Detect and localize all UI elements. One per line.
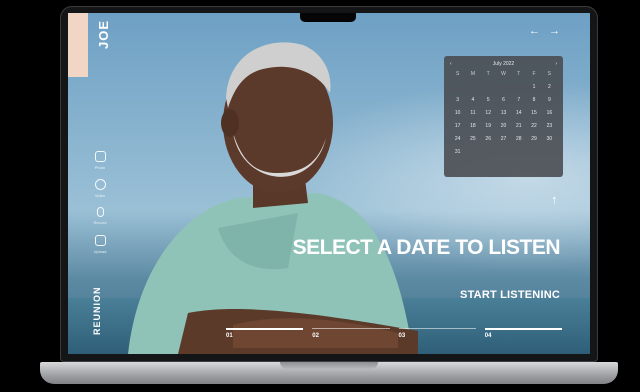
step-01[interactable]: 01 bbox=[226, 328, 304, 350]
calendar-day-empty bbox=[481, 84, 496, 91]
calendar-month: July 2022 bbox=[492, 61, 515, 67]
calendar-header: ‹ July 2022 › bbox=[450, 61, 557, 67]
brand-accent-block bbox=[68, 13, 88, 77]
calendar-day[interactable]: 9 bbox=[542, 97, 557, 104]
step-bar bbox=[312, 328, 390, 329]
calendar-weekday: W bbox=[501, 71, 506, 77]
calendar-day-empty bbox=[450, 84, 465, 91]
brand-name[interactable]: JOE bbox=[96, 20, 111, 49]
step-03[interactable]: 03 bbox=[398, 328, 476, 350]
calendar-day[interactable]: 21 bbox=[511, 123, 526, 130]
microphone-icon bbox=[96, 207, 104, 217]
calendar-day[interactable]: 10 bbox=[450, 110, 465, 117]
upload-icon bbox=[94, 235, 106, 246]
step-number: 01 bbox=[226, 333, 233, 339]
calendar-day[interactable]: 15 bbox=[526, 110, 541, 117]
sidebar-item-photo[interactable]: Photo bbox=[86, 151, 114, 179]
step-bar bbox=[484, 328, 562, 330]
calendar-day[interactable]: 4 bbox=[465, 97, 480, 104]
calendar-day-empty bbox=[465, 84, 480, 91]
calendar-day-empty bbox=[511, 149, 526, 156]
wordmark: REUNION bbox=[92, 286, 102, 335]
calendar-day-empty bbox=[511, 84, 526, 91]
arrow-left-icon[interactable]: ← bbox=[529, 25, 540, 37]
calendar-day-empty bbox=[481, 149, 496, 156]
calendar-day[interactable]: 7 bbox=[511, 97, 526, 104]
calendar-day-empty bbox=[542, 149, 557, 156]
video-icon bbox=[94, 179, 106, 190]
step-04[interactable]: 04 bbox=[484, 328, 562, 350]
calendar-day[interactable]: 17 bbox=[450, 123, 465, 130]
calendar-day[interactable]: 27 bbox=[496, 136, 511, 143]
calendar-day[interactable]: 29 bbox=[526, 136, 541, 143]
calendar-day[interactable]: 5 bbox=[481, 97, 496, 104]
arrow-up-icon[interactable]: ↑ bbox=[551, 192, 558, 207]
calendar-day[interactable]: 11 bbox=[465, 110, 480, 117]
calendar-day[interactable]: 23 bbox=[542, 123, 557, 130]
sidebar-item-label: Record bbox=[93, 220, 107, 225]
calendar-weekday: M bbox=[470, 71, 475, 77]
calendar-day[interactable]: 19 bbox=[481, 123, 496, 130]
calendar-day-empty bbox=[496, 149, 511, 156]
sidebar-nav: Photo Video Record Upload bbox=[86, 151, 114, 263]
step-number: 04 bbox=[484, 333, 492, 339]
photo-icon bbox=[94, 151, 106, 162]
calendar-day-empty bbox=[465, 149, 480, 156]
calendar-day[interactable]: 6 bbox=[496, 97, 511, 104]
calendar-weekday: S bbox=[455, 71, 460, 77]
sidebar-item-label: Upload bbox=[93, 249, 107, 254]
calendar-day[interactable]: 26 bbox=[481, 136, 496, 143]
sidebar-item-label: Photo bbox=[94, 165, 106, 170]
calendar-day[interactable]: 16 bbox=[542, 110, 557, 117]
calendar-day-empty bbox=[526, 149, 541, 156]
sidebar-item-record[interactable]: Record bbox=[86, 207, 114, 235]
calendar-day[interactable]: 18 bbox=[465, 123, 480, 130]
calendar-day[interactable]: 13 bbox=[496, 110, 511, 117]
calendar-weekday: T bbox=[486, 71, 490, 77]
calendar-weekday: S bbox=[547, 71, 552, 77]
calendar-day[interactable]: 14 bbox=[511, 110, 526, 117]
slide-nav: ← → bbox=[523, 25, 560, 37]
laptop-opening-notch bbox=[280, 362, 378, 369]
calendar-day-empty bbox=[496, 84, 511, 91]
calendar-weekday: T bbox=[517, 71, 521, 77]
calendar-grid: S M T W T F S 1 2 3 4 5 6 7 8 9 10 11 12 13 14 15 16 17 18 19 20 21… bbox=[450, 71, 557, 156]
camera-notch bbox=[300, 13, 356, 22]
calendar-day[interactable]: 28 bbox=[511, 136, 526, 143]
step-02[interactable]: 02 bbox=[312, 328, 390, 350]
calendar-day[interactable]: 20 bbox=[496, 123, 511, 130]
date-picker: ‹ July 2022 › S M T W T F S 1 2 3 4 5 6 7 8 9 10 11 12 13 14… bbox=[444, 56, 563, 177]
step-bar bbox=[226, 328, 304, 330]
step-number: 03 bbox=[398, 333, 406, 339]
calendar-weekday: F bbox=[532, 71, 536, 77]
calendar-day[interactable]: 8 bbox=[526, 97, 541, 104]
sidebar-item-label: Video bbox=[94, 193, 106, 198]
sidebar-item-video[interactable]: Video bbox=[86, 179, 114, 207]
sidebar-item-upload[interactable]: Upload bbox=[86, 235, 114, 263]
arrow-right-icon[interactable]: → bbox=[549, 25, 560, 37]
step-number: 02 bbox=[312, 333, 319, 339]
calendar-day[interactable]: 2 bbox=[542, 84, 557, 91]
chevron-right-icon[interactable]: › bbox=[555, 61, 557, 67]
calendar-day[interactable]: 24 bbox=[450, 136, 465, 143]
page-title: SELECT A DATE TO LISTEN bbox=[292, 236, 561, 259]
calendar-day[interactable]: 22 bbox=[526, 123, 541, 130]
calendar-day[interactable]: 1 bbox=[526, 84, 541, 91]
step-bar bbox=[398, 328, 476, 329]
calendar-day[interactable]: 25 bbox=[465, 136, 480, 143]
step-indicator: 01 02 03 04 bbox=[226, 328, 562, 350]
screen: JOE Photo Video Record Upload REUNION ← … bbox=[68, 13, 590, 354]
chevron-left-icon[interactable]: ‹ bbox=[450, 61, 452, 67]
calendar-day[interactable]: 12 bbox=[481, 110, 496, 117]
calendar-day[interactable]: 3 bbox=[450, 97, 465, 104]
calendar-day[interactable]: 31 bbox=[450, 149, 465, 156]
start-listening-button[interactable]: START LISTENINC bbox=[460, 289, 560, 301]
calendar-day[interactable]: 30 bbox=[542, 136, 557, 143]
